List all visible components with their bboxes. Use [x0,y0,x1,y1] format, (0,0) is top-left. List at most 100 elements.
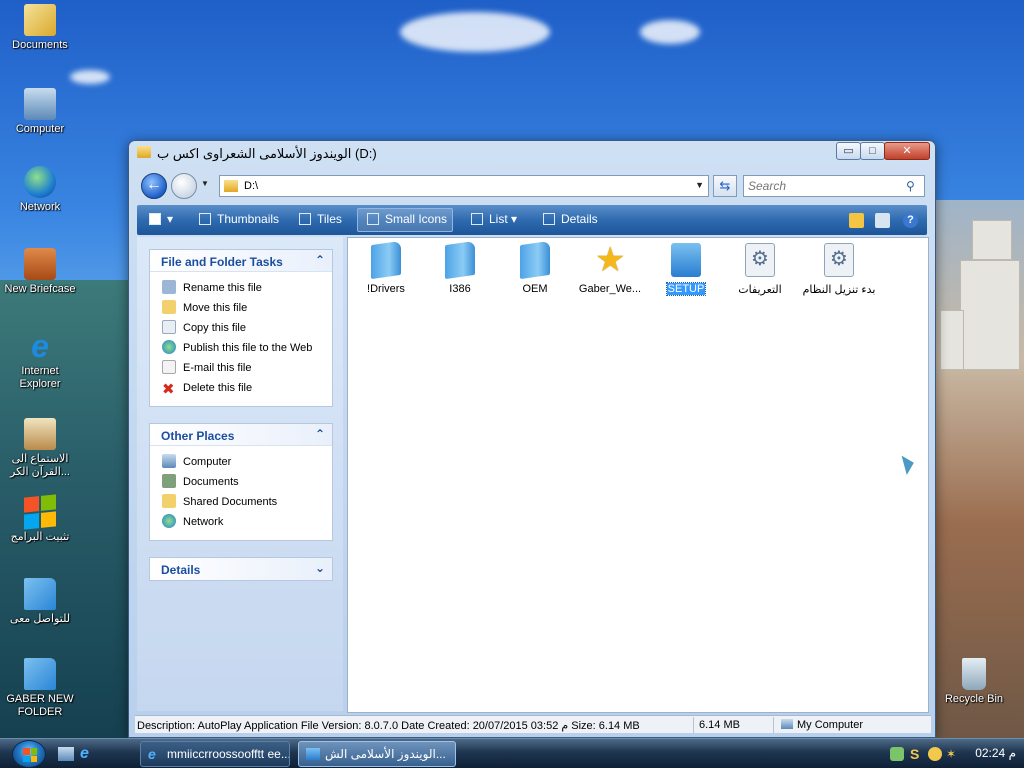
show-desktop-icon[interactable] [58,747,74,761]
file-item[interactable]: !Drivers [348,240,424,295]
task-move[interactable]: Move this file [162,298,322,318]
internet-explorer-icon: e [31,328,49,364]
title-bar[interactable]: الويندوز الأسلامى الشعراوى اكس ب (D:) ▭ … [129,141,935,165]
place-label: Computer [183,456,232,468]
back-button[interactable]: ← [141,173,167,199]
star-shortcut-icon: ★ [595,241,626,279]
desktop-icon-label: Documents [12,39,68,51]
setup-app-icon [671,243,701,277]
toolbar-label: Small Icons [385,212,448,226]
desktop-icon-gaber-folder[interactable]: GABER NEW FOLDER [0,658,80,719]
taskbar-button-explorer[interactable]: الويندوز الأسلامى الش... [298,741,456,767]
views-icon [149,213,161,225]
desktop-icon-quran[interactable]: الاستماع الى القرآن الكر... [0,418,80,479]
place-shared-documents[interactable]: Shared Documents [162,492,322,512]
address-bar[interactable]: D:\ ▼ [219,175,709,197]
desktop-icon-documents[interactable]: Documents [0,4,80,52]
start-button[interactable] [12,740,46,768]
internet-explorer-icon: e [148,746,156,762]
maximize-button[interactable]: □ [860,142,885,160]
close-button[interactable]: ✕ [884,142,930,160]
history-dropdown-icon[interactable]: ▼ [201,179,209,188]
search-box[interactable]: ⚲ [743,175,925,197]
file-item[interactable]: ★ Gaber_We... [572,243,648,295]
search-input[interactable] [748,179,898,193]
forward-button[interactable] [171,173,197,199]
place-documents[interactable]: Documents [162,472,322,492]
file-item[interactable]: ⚙ بدء تنزيل النظام [796,243,882,296]
task-rename[interactable]: Rename this file [162,278,322,298]
computer-icon [162,454,176,468]
desktop-icon-briefcase[interactable]: New Briefcase [0,248,80,296]
task-pane: File and Folder Tasks ⌃ Rename this file… [137,237,343,711]
rename-icon [162,280,176,294]
desktop-icon-label: الاستماع الى القرآن الكر... [10,453,70,478]
chevron-up-icon[interactable]: ⌃ [315,427,325,441]
search-icon[interactable]: ⚲ [906,179,920,193]
internet-explorer-icon[interactable]: e [80,746,96,762]
file-item[interactable]: OEM [497,240,573,295]
place-network[interactable]: Network [162,512,322,532]
details-header[interactable]: Details ⌄ [150,558,332,580]
toolbar-label: Thumbnails [217,212,280,226]
chevron-up-icon[interactable]: ⌃ [315,253,325,267]
folder-icon [445,240,475,280]
chevron-down-icon[interactable]: ⌄ [315,561,325,575]
desktop-icon-computer[interactable]: Computer [0,88,80,136]
taskbar-button-label: الويندوز الأسلامى الش... [325,747,446,761]
toolbar-label: Details [561,212,598,226]
desktop-icon-label: New Briefcase [4,283,76,295]
task-copy[interactable]: Copy this file [162,318,322,338]
toolbar-label: Tiles [317,212,342,226]
tray-smiley-icon[interactable] [928,747,942,761]
desktop-icon-recycle-bin[interactable]: Recycle Bin [934,658,1014,706]
task-publish[interactable]: Publish this file to the Web [162,338,322,358]
refresh-button[interactable]: ⇆ [713,175,737,197]
small-icons-button[interactable]: Small Icons [367,212,447,226]
file-tasks-header[interactable]: File and Folder Tasks ⌃ [150,250,332,272]
thumbnails-button[interactable]: Thumbnails [199,212,279,226]
desktop-icon-network[interactable]: Network [0,166,80,214]
file-item[interactable]: ⚙ التعريفات [722,243,798,296]
clock[interactable]: م 02:24 [975,746,1016,760]
views-menu-button[interactable]: ▾ [149,212,173,226]
status-description: Description: AutoPlay Application File V… [137,720,640,732]
file-item-selected[interactable]: SETUP [648,243,724,296]
desktop-icon-internet-explorer[interactable]: e Internet Explorer [0,330,80,391]
desktop-icon-label: Computer [15,123,65,135]
tiles-button[interactable]: Tiles [299,212,342,226]
desktop-icon-install-programs[interactable]: تثبيت البرامج [0,494,80,544]
explorer-window[interactable]: الويندوز الأسلامى الشعراوى اكس ب (D:) ▭ … [128,140,936,738]
list-button[interactable]: List ▾ [471,212,517,226]
new-folder-icon[interactable] [849,213,864,228]
file-name: Gaber_We... [578,283,642,295]
place-computer[interactable]: Computer [162,452,322,472]
desktop-icon-label: Internet Explorer [19,365,61,390]
panel-title: Details [161,563,201,577]
file-list-view[interactable]: !Drivers I386 OEM ★ Gaber_We... SETUP ⚙ … [347,237,929,713]
taskbar-button-ie[interactable]: e mmiiccrroossoofftt ee... [140,741,290,767]
details-view-button[interactable]: Details [543,212,598,226]
chevron-down-icon[interactable]: ▼ [695,180,704,190]
address-path[interactable]: D:\ [244,180,258,192]
tray-sparkle-icon[interactable]: ✶ [946,747,960,761]
window-title: الويندوز الأسلامى الشعراوى اكس ب (D:) [157,146,377,161]
documents-icon [162,474,176,488]
panel-title: File and Folder Tasks [161,255,283,269]
status-separator [773,717,774,733]
task-delete[interactable]: ✖ Delete this file [162,378,322,398]
tray-network-icon[interactable] [890,747,904,761]
minimize-button[interactable]: ▭ [836,142,861,160]
place-label: Documents [183,476,239,488]
publish-web-icon [162,340,176,354]
details-icon [543,213,555,225]
view-toolbar: ▾ Thumbnails Tiles Small Icons List ▾ De… [137,205,927,235]
file-item[interactable]: I386 [422,240,498,295]
status-location-label: My Computer [797,719,864,731]
task-email[interactable]: E-mail this file [162,358,322,378]
properties-icon[interactable] [875,213,890,228]
help-icon[interactable]: ? [903,213,918,228]
other-places-header[interactable]: Other Places ⌃ [150,424,332,446]
tray-s-icon[interactable]: S [910,747,924,761]
desktop-icon-contact[interactable]: للتواصل معى [0,578,80,626]
